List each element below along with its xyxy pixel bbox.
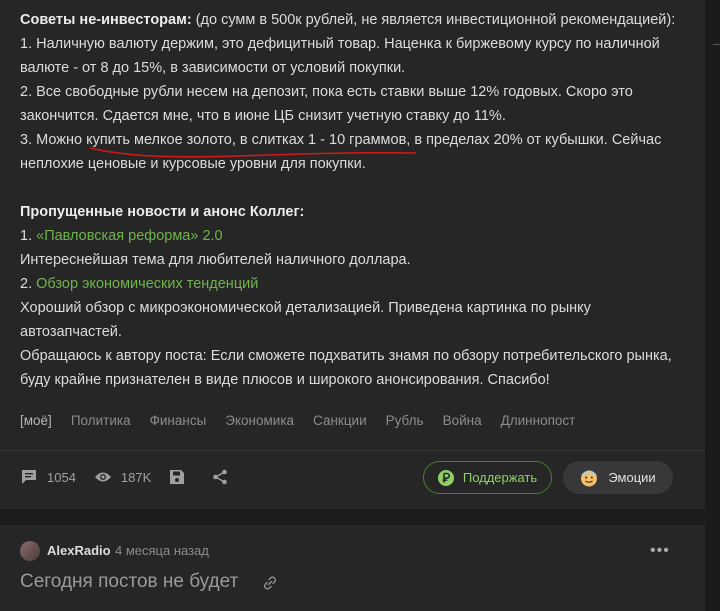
tag-ruble[interactable]: Рубль bbox=[386, 413, 424, 428]
tag-war[interactable]: Война bbox=[443, 413, 482, 428]
views-counter: 187K bbox=[94, 470, 151, 485]
point-2: 2. Все свободные рубли несем на депозит,… bbox=[20, 84, 633, 124]
share-icon bbox=[213, 469, 228, 485]
red-hand-underline bbox=[89, 147, 417, 158]
news-item-2-desc: Хороший обзор с микроэкономической детал… bbox=[20, 300, 591, 340]
tag-finance[interactable]: Финансы bbox=[150, 413, 207, 428]
tag-sanctions[interactable]: Санкции bbox=[313, 413, 367, 428]
comments-count: 1054 bbox=[47, 469, 76, 485]
tag-economy[interactable]: Экономика bbox=[225, 413, 294, 428]
point-1: 1. Наличную валюту держим, это дефицитны… bbox=[20, 36, 660, 76]
tag-list: [моё] Политика Финансы Экономика Санкции… bbox=[20, 413, 594, 428]
more-icon[interactable]: ••• bbox=[650, 542, 670, 560]
news-link-1[interactable]: «Павловская реформа» 2.0 bbox=[36, 228, 222, 244]
post-stats: 1054 187K bbox=[20, 468, 255, 486]
intro-bold: Советы не-инвесторам: bbox=[20, 12, 192, 28]
author-appeal: Обращаюсь к автору поста: Если сможете п… bbox=[20, 348, 672, 388]
emotion-face-icon bbox=[581, 470, 598, 486]
news-item-1: 1. «Павловская реформа» 2.0 bbox=[20, 228, 223, 244]
tag-politics[interactable]: Политика bbox=[71, 413, 131, 428]
next-post-card bbox=[0, 525, 705, 611]
emotions-label: Эмоции bbox=[608, 470, 656, 485]
comment-icon bbox=[22, 470, 36, 484]
post-time: 4 месяца назад bbox=[115, 543, 209, 558]
tag-longpost[interactable]: Длиннопост bbox=[501, 413, 576, 428]
comments-counter[interactable]: 1054 bbox=[20, 468, 76, 486]
divider bbox=[0, 450, 705, 451]
news-item-2: 2. Обзор экономических тенденций bbox=[20, 276, 259, 292]
news-link-2[interactable]: Обзор экономических тенденций bbox=[36, 276, 258, 292]
avatar[interactable] bbox=[20, 541, 40, 561]
eye-icon bbox=[94, 472, 111, 482]
post-body: Советы не-инвесторам: (до сумм в 500к ру… bbox=[20, 8, 685, 392]
emotions-button[interactable]: Эмоции bbox=[563, 461, 673, 494]
next-post-title[interactable]: Сегодня постов не будет bbox=[20, 571, 238, 593]
news-item-1-desc: Интереснейшая тема для любителей налично… bbox=[20, 252, 411, 268]
save-icon bbox=[170, 470, 185, 484]
author-name[interactable]: AlexRadio bbox=[47, 543, 111, 558]
scrollbar-track[interactable] bbox=[705, 0, 720, 611]
save-button[interactable] bbox=[169, 469, 194, 485]
ruble-icon bbox=[437, 469, 454, 486]
support-button[interactable]: Поддержать bbox=[423, 461, 552, 494]
tag-own[interactable]: [моё] bbox=[20, 413, 52, 428]
views-count: 187K bbox=[120, 469, 152, 485]
share-button[interactable] bbox=[212, 469, 237, 485]
missed-news-title: Пропущенные новости и анонс Коллег: bbox=[20, 204, 305, 220]
link-icon[interactable] bbox=[262, 575, 278, 591]
intro-paragraph: Советы не-инвесторам: (до сумм в 500к ру… bbox=[20, 8, 685, 32]
support-label: Поддержать bbox=[462, 470, 538, 485]
intro-rest: (до сумм в 500к рублей, не является инве… bbox=[191, 12, 676, 28]
scrollbar-marker bbox=[713, 44, 720, 45]
